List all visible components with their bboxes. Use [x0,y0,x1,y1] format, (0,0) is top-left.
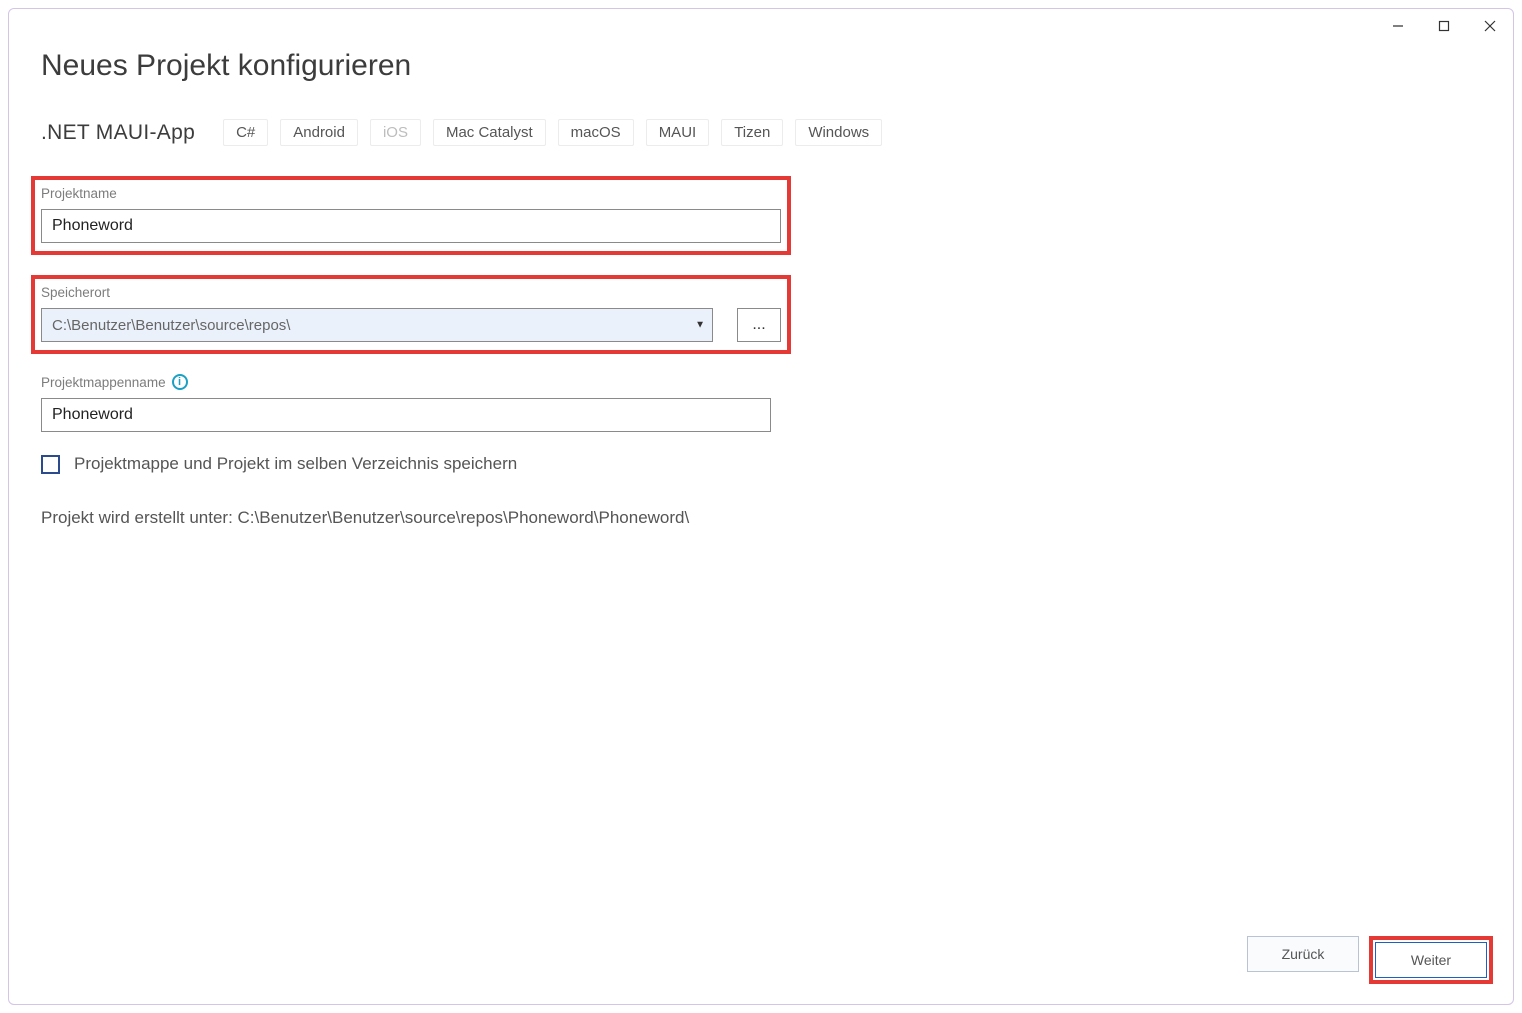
same-directory-checkbox[interactable] [41,455,60,474]
window-controls [1375,9,1513,43]
browse-button[interactable]: ... [737,308,781,342]
location-label: Speicherort [41,285,781,300]
tag: MAUI [646,119,710,146]
template-name: .NET MAUI-App [41,121,195,145]
creation-path-text: Projekt wird erstellt unter: C:\Benutzer… [41,508,1481,528]
tag: macOS [558,119,634,146]
dialog-footer: Zurück Weiter [1247,936,1493,984]
same-directory-label: Projektmappe und Projekt im selben Verze… [74,454,517,474]
tag: Android [280,119,358,146]
solution-name-input[interactable] [41,398,771,432]
solution-name-group: Projektmappenname i [41,374,771,432]
next-highlight: Weiter [1369,936,1493,984]
minimize-button[interactable] [1375,9,1421,43]
tag: Mac Catalyst [433,119,546,146]
tag: iOS [370,119,421,146]
tag: Windows [795,119,882,146]
close-button[interactable] [1467,9,1513,43]
project-name-input[interactable] [41,209,781,243]
tag: Tizen [721,119,783,146]
location-group: Speicherort ▼ ... [31,275,791,354]
location-input[interactable] [41,308,713,342]
info-icon[interactable]: i [172,374,188,390]
project-name-label: Projektname [41,186,781,201]
page-title: Neues Projekt konfigurieren [41,49,1481,83]
next-button[interactable]: Weiter [1375,942,1487,978]
solution-name-label-text: Projektmappenname [41,375,166,390]
back-button[interactable]: Zurück [1247,936,1359,972]
project-name-group: Projektname [31,176,791,255]
solution-name-label: Projektmappenname i [41,374,771,390]
template-line: .NET MAUI-App C# Android iOS Mac Catalys… [41,119,1481,146]
same-directory-row: Projektmappe und Projekt im selben Verze… [41,454,1481,474]
maximize-button[interactable] [1421,9,1467,43]
tag: C# [223,119,268,146]
dialog-window: Neues Projekt konfigurieren .NET MAUI-Ap… [8,8,1514,1005]
